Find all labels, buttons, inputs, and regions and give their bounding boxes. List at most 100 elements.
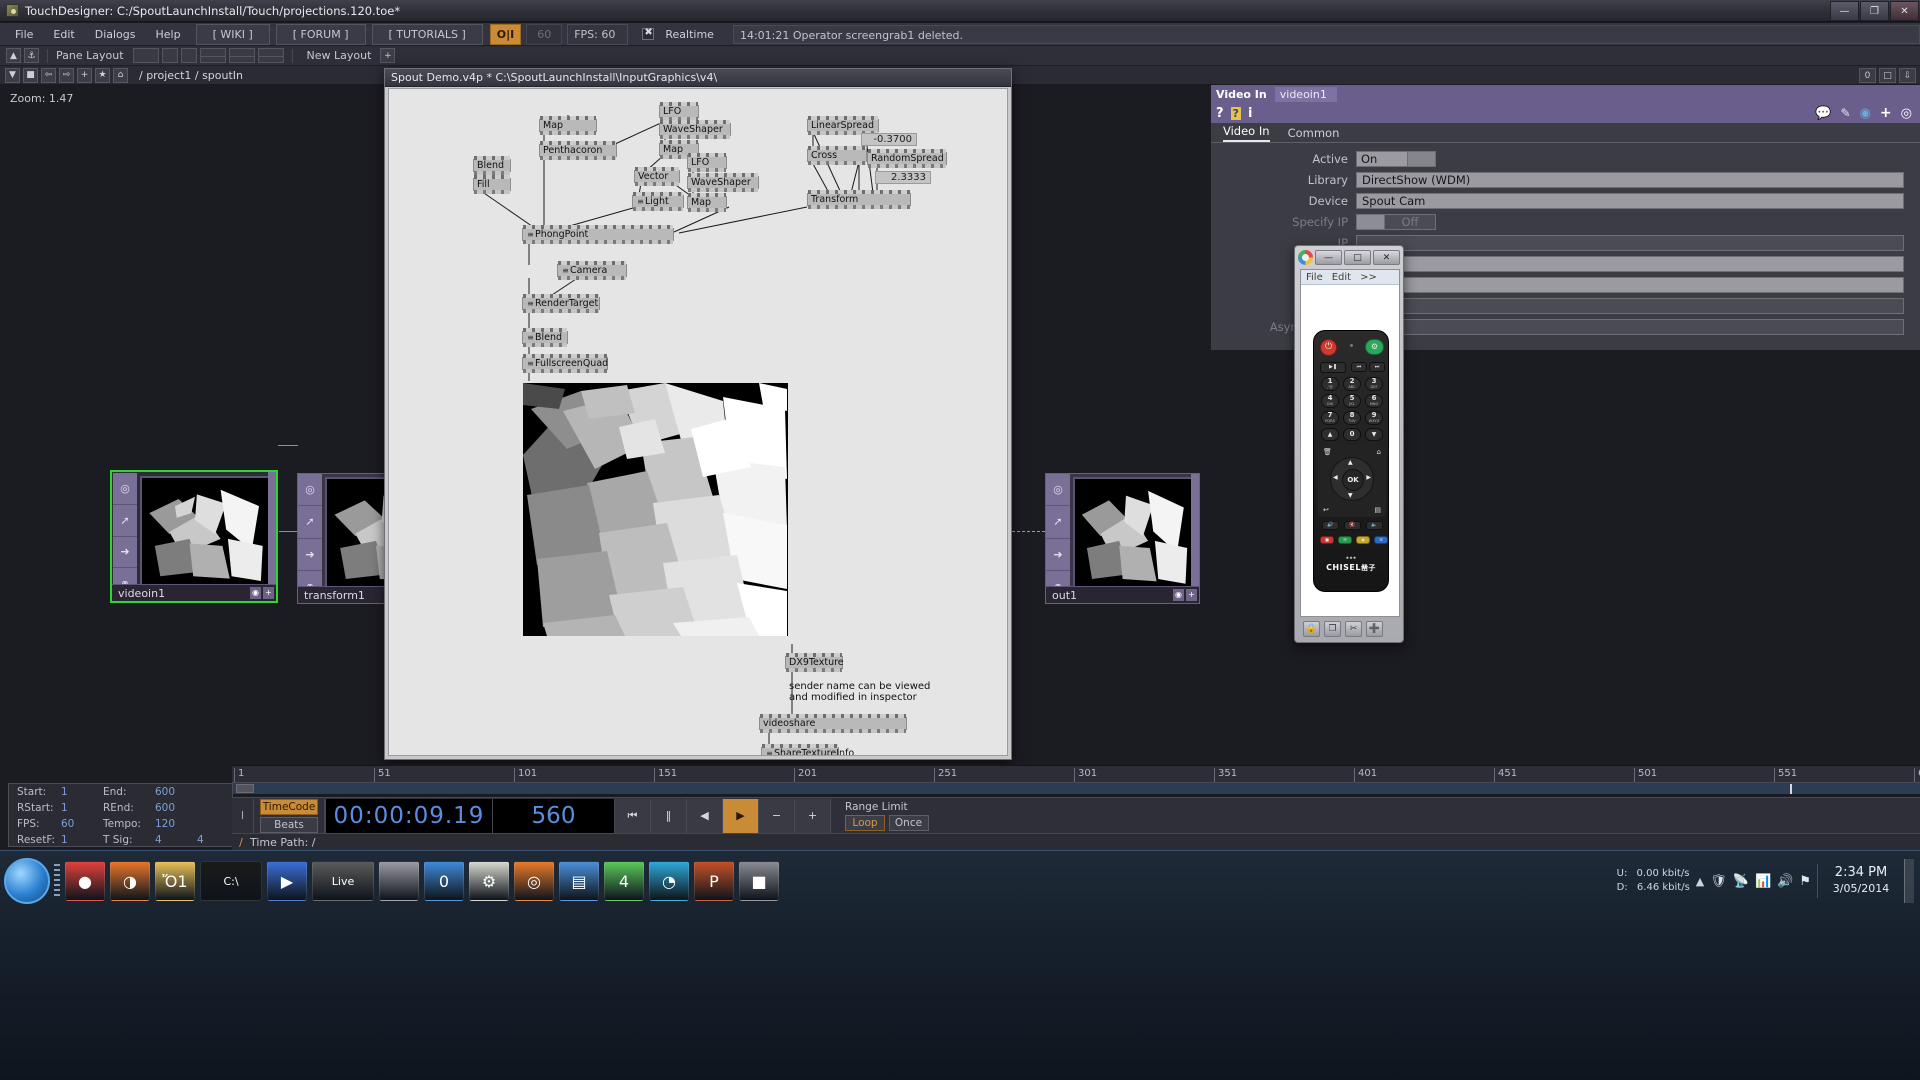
pane-anchor-icon[interactable]: ⚓ (24, 48, 39, 63)
patch-value-box[interactable]: -0.3700 (861, 133, 917, 146)
powerpoint-icon[interactable]: P (694, 861, 734, 901)
patch-op-vector[interactable]: Vector (634, 170, 680, 183)
range-limit-group[interactable]: Range Limit Loop Once (845, 801, 929, 831)
patch-op-fullscreenquad[interactable]: ≡FullscreenQuad (522, 357, 608, 370)
stop-icon[interactable]: ■ (23, 68, 38, 83)
help-icon[interactable]: ? (1216, 106, 1224, 121)
clone-flag-icon[interactable]: + (1186, 589, 1197, 601)
add-icon[interactable]: ➕ (1366, 621, 1383, 637)
tsig-value-2[interactable]: 4 (197, 834, 204, 846)
node-flag-column[interactable]: ◎ ➚ ➜ ⚭ (298, 474, 322, 603)
node-flag-column[interactable]: ◎ ➚ ➜ ⚭ (113, 473, 137, 600)
image-viewer-body[interactable]: File Edit >> ⏻ ⚙ ▶❚ ⏮ ⏭ 1 ,'@ 2 ABC 3 DEF 4… (1300, 269, 1400, 617)
clone-flag-icon[interactable]: + (263, 587, 274, 599)
taskbar-app-list[interactable]: ● ◑ Ὄ1 C:\ ▶ Live ὜0 ⚙ ◎ ▤ 4 ◔ P ■ (60, 861, 779, 901)
patch-op-blend[interactable]: Blend (473, 159, 511, 172)
layout-preset-4[interactable] (200, 48, 226, 63)
patch-op-dx9texture[interactable]: DX9Texture (785, 656, 843, 669)
render-icon[interactable]: ➜ (298, 539, 322, 571)
spout-demo-window[interactable]: Spout Demo.v4p * C:\SpoutLaunchInstall\I… (384, 68, 1012, 760)
image-viewer-window[interactable]: — □ ✕ File Edit >> ⏻ ⚙ ▶❚ ⏮ ⏭ 1 ,'@ 2 ABC … (1294, 245, 1404, 643)
target-fps-field[interactable]: 60 (526, 24, 562, 45)
rewind-button[interactable]: ⏮ (615, 799, 651, 833)
loop-button[interactable]: Loop (845, 815, 885, 831)
ip-field[interactable] (1356, 235, 1904, 251)
node-output-column[interactable] (268, 472, 276, 601)
timecode-display[interactable]: 00:00:09.19 (325, 799, 493, 833)
library-dropdown[interactable]: DirectShow (WDM) (1356, 172, 1904, 188)
image-viewer-menubar[interactable]: File Edit >> (1301, 270, 1399, 285)
active-toggle[interactable]: On (1356, 151, 1436, 167)
output-input-toggle[interactable]: O|I (490, 24, 521, 45)
end-value[interactable]: 600 (155, 786, 197, 798)
tutorials-button[interactable]: [ TUTORIALS ] (372, 24, 483, 45)
menu-edit[interactable]: Edit (44, 25, 83, 44)
viewer-menu-edit[interactable]: Edit (1332, 272, 1351, 283)
collapse-pane-icon[interactable]: ⇩ (1899, 68, 1916, 83)
patch-op-map[interactable]: Map (539, 119, 597, 132)
pane-expand-icon[interactable]: ▲ (6, 48, 21, 63)
pane-index-field[interactable]: 0 (1859, 68, 1876, 83)
parameter-toolbar[interactable]: ? ? i 💬 ✎ ◉ + ◎ (1211, 103, 1920, 123)
cmd-icon[interactable]: C:\ (200, 861, 262, 901)
touchdesigner-icon[interactable]: ⚙ (469, 861, 509, 901)
patch-op-fill[interactable]: Fill (473, 178, 511, 191)
patch-op-sharetextureinfo[interactable]: ≡ShareTextureInfo (761, 747, 839, 756)
new-layout-add-button[interactable]: + (380, 48, 395, 63)
maximize-button[interactable]: ❐ (1860, 1, 1889, 21)
patch-op-lfo[interactable]: LFO (687, 156, 727, 169)
time-path-bar[interactable]: / Time Path: / (232, 833, 1920, 850)
tab-common[interactable]: Common (1288, 126, 1340, 142)
viewer-menu-more[interactable]: >> (1360, 272, 1377, 283)
parameter-tabs[interactable]: Video In Common (1211, 123, 1920, 143)
node-out1[interactable]: ◎ ➚ ➜ ⚭ out1 ◉ + (1045, 473, 1200, 604)
blank-window-icon[interactable] (379, 861, 419, 901)
patch-op-map[interactable]: Map (687, 196, 727, 209)
rend-value[interactable]: 600 (155, 802, 197, 814)
start-button-icon[interactable] (4, 858, 50, 904)
viewer-icon[interactable]: ◎ (298, 474, 322, 506)
viewer-minimize-button[interactable]: — (1315, 250, 1342, 265)
forward-icon[interactable]: ⇨ (59, 68, 74, 83)
patch-op-linearspread[interactable]: LinearSpread (807, 119, 879, 132)
bypass-icon[interactable]: ➚ (298, 506, 322, 538)
transport-controls[interactable]: I TimeCode Beats 00:00:09.19 560 ⏮ ‖ ◀ ▶… (232, 797, 1920, 833)
layout-preset-1[interactable] (133, 48, 159, 63)
layout-preset-5[interactable] (229, 48, 255, 63)
menu-help[interactable]: Help (147, 25, 190, 44)
patch-op-phongpoint[interactable]: ≡PhongPoint (522, 228, 674, 241)
patch-op-rendertarget[interactable]: ≡RenderTarget (522, 297, 600, 310)
specify-ip-toggle[interactable]: Off (1356, 214, 1436, 230)
increase-button[interactable]: + (795, 799, 831, 833)
resolume-icon[interactable]: ◔ (649, 861, 689, 901)
quadspinner-icon[interactable]: 4 (604, 861, 644, 901)
firefox-icon[interactable]: ◑ (110, 861, 150, 901)
chrome-icon[interactable]: ● (65, 861, 105, 901)
bypass-icon[interactable]: ➚ (113, 505, 137, 537)
lock-icon[interactable]: 🔒 (1303, 621, 1320, 637)
maximize-pane-icon[interactable]: □ (1879, 68, 1896, 83)
vvvv-patch-canvas[interactable]: Map Penthacoron Blend Fill LFO WaveShaper Map V… (388, 88, 1008, 756)
render-icon[interactable]: ➜ (113, 537, 137, 569)
async-upload-field[interactable] (1356, 319, 1904, 335)
home-icon[interactable]: ⌂ (113, 68, 128, 83)
forum-button[interactable]: [ FORUM ] (276, 24, 366, 45)
patch-op-waveshaper[interactable]: WaveShaper (659, 123, 731, 136)
chevron-down-icon[interactable]: ▼ (5, 68, 20, 83)
decrease-button[interactable]: − (759, 799, 795, 833)
layout-preset-3[interactable] (181, 48, 197, 63)
patch-op-camera[interactable]: ≡Camera (557, 264, 627, 277)
op-menu-icon[interactable]: ≡ (765, 748, 774, 756)
frame-display[interactable]: 560 (493, 799, 615, 833)
ableton-live-icon[interactable]: Live (312, 861, 374, 901)
note-icon[interactable]: ✎ (1841, 106, 1851, 120)
copy-icon[interactable]: ❐ (1324, 621, 1341, 637)
patch-op-cross[interactable]: Cross (807, 149, 867, 162)
timeline-ruler[interactable]: 151101151201251301351401451501551600 (232, 765, 1920, 783)
viewer-maximize-button[interactable]: □ (1344, 250, 1371, 265)
transport-handle[interactable]: I (232, 799, 254, 833)
close-button[interactable]: ✕ (1890, 1, 1919, 21)
viewer-flag-icon[interactable]: ◉ (250, 587, 261, 599)
node-flag-badges[interactable]: ◉ + (250, 587, 274, 599)
node-videoin1[interactable]: ◎ ➚ ➜ ⚭ videoin1 ◉ + (110, 470, 278, 603)
